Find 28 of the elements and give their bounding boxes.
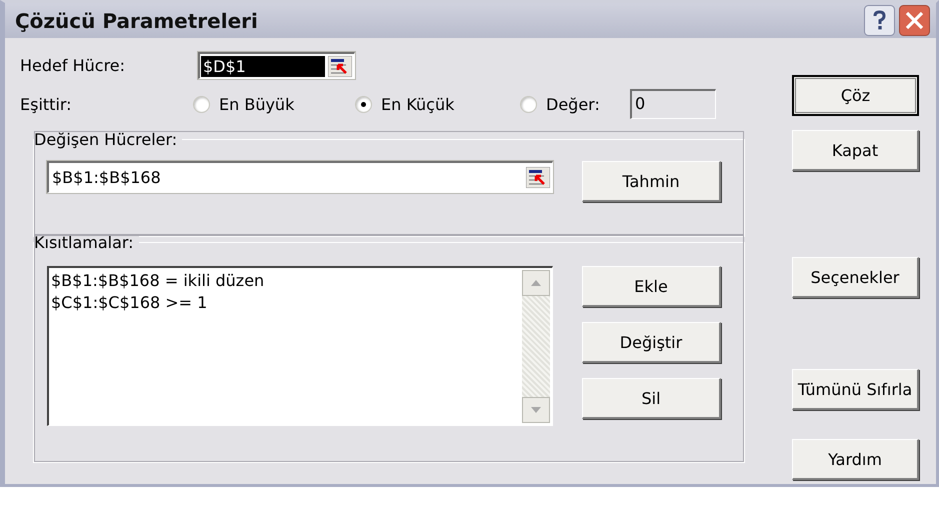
target-cell-label: Hedef Hücre: — [20, 56, 126, 75]
dialog-button[interactable]: Tümünü Sıfırla — [792, 369, 919, 410]
constraint-button[interactable]: Değiştir — [582, 322, 721, 363]
dialog-button[interactable]: Çöz — [792, 75, 919, 116]
close-icon[interactable] — [899, 5, 930, 36]
guess-button[interactable]: Tahmin — [582, 161, 721, 202]
collapse-dialog-icon[interactable] — [328, 56, 352, 76]
equal-to-label: Eşittir: — [20, 94, 73, 114]
collapse-dialog-icon[interactable] — [526, 167, 550, 188]
radio-button[interactable] — [193, 96, 210, 112]
radio-option[interactable]: Değer: — [520, 94, 630, 114]
target-cell-field[interactable]: $D$1 — [198, 52, 355, 79]
dialog-button[interactable]: Yardım — [792, 439, 919, 480]
help-icon[interactable] — [864, 5, 895, 36]
radio-button[interactable] — [355, 96, 372, 112]
radio-option[interactable]: En Küçük — [355, 94, 520, 114]
radio-button[interactable] — [520, 96, 537, 112]
constraint-button[interactable]: Ekle — [582, 266, 721, 307]
radio-option[interactable]: En Büyük — [193, 94, 355, 114]
constraint-item[interactable]: $B$1:$B$168 = ikili düzen — [51, 270, 520, 292]
constraint-item[interactable]: $C$1:$C$168 >= 1 — [51, 292, 520, 314]
constraint-button[interactable]: Sil — [582, 378, 721, 419]
dialog-button[interactable]: Seçenekler — [792, 257, 919, 298]
value-field[interactable]: 0 — [630, 89, 716, 119]
dialog-button[interactable]: Kapat — [792, 130, 919, 171]
changing-cells-field[interactable]: $B$1:$B$168 — [47, 161, 553, 193]
constraints-list[interactable]: $B$1:$B$168 = ikili düzen $C$1:$C$168 >= 1 — [47, 266, 553, 426]
window-title: Çözücü Parametreleri — [15, 8, 258, 32]
